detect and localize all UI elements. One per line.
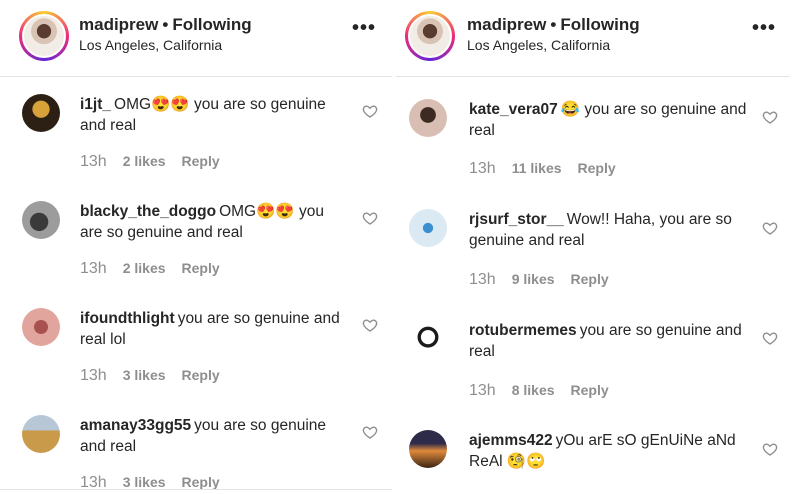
comment-likes[interactable]: 8 likes (512, 382, 555, 398)
comment-text: ifoundthlight you are so genuine and real… (80, 308, 350, 350)
comment-time: 13h (469, 271, 496, 288)
comment-meta: 13h 11 likes Reply (469, 160, 616, 178)
comment-meta: 13h 2 likes Reply (80, 153, 220, 171)
comment-time: 13h (469, 160, 496, 177)
comment-avatar[interactable] (22, 201, 60, 239)
like-heart-icon[interactable] (762, 330, 778, 346)
comment-avatar[interactable] (409, 320, 447, 358)
comment-meta: 13h 8 likes Reply (469, 382, 609, 400)
post-header: madiprew • Following Los Angeles, Californ… (396, 0, 800, 76)
like-heart-icon[interactable] (762, 220, 778, 236)
header-username[interactable]: madiprew (467, 15, 546, 34)
comment-avatar[interactable] (22, 415, 60, 453)
comment-text: rjsurf_stor__ Wow!! Haha, you are so genu… (469, 209, 754, 251)
comment-time: 13h (80, 260, 107, 277)
comment-username[interactable]: blacky_the_doggo (80, 203, 216, 220)
reply-button[interactable]: Reply (571, 271, 609, 287)
comment-likes[interactable]: 3 likes (123, 474, 166, 490)
comment-body: OMG😍😍 you are so genuine and real (80, 96, 326, 134)
comment-text: amanay33gg55 you are so genuine and real (80, 415, 350, 457)
reply-button[interactable]: Reply (182, 474, 220, 490)
comment-avatar[interactable] (409, 430, 447, 468)
comment-username[interactable]: ifoundthlight (80, 310, 175, 327)
header-location[interactable]: Los Angeles, California (79, 37, 222, 53)
like-heart-icon[interactable] (762, 109, 778, 125)
header-title: madiprew • Following (79, 15, 252, 35)
like-heart-icon[interactable] (362, 424, 378, 440)
comment-likes[interactable]: 3 likes (123, 367, 166, 383)
comment-time: 13h (469, 382, 496, 399)
more-options-icon[interactable]: ••• (752, 18, 776, 38)
header-separator: • (162, 15, 169, 34)
like-heart-icon[interactable] (362, 103, 378, 119)
comment-username[interactable]: ajemms422 (469, 432, 553, 449)
header-separator: • (550, 15, 557, 34)
comment-likes[interactable]: 2 likes (123, 153, 166, 169)
reply-button[interactable]: Reply (182, 367, 220, 383)
following-button[interactable]: Following (560, 15, 639, 34)
comment-text: i1jt_ OMG😍😍 you are so genuine and real (80, 94, 350, 136)
header-divider (396, 76, 790, 77)
following-button[interactable]: Following (172, 15, 251, 34)
comment-meta: 13h 9 likes Reply (469, 271, 609, 289)
panel-bottom-divider (0, 489, 392, 490)
comments-panel-right: madiprew • Following Los Angeles, Californ… (396, 0, 800, 494)
reply-button[interactable]: Reply (578, 160, 616, 176)
comment-username[interactable]: rjsurf_stor__ (469, 211, 564, 228)
comment-time: 13h (80, 153, 107, 170)
more-options-icon[interactable]: ••• (352, 18, 376, 38)
reply-button[interactable]: Reply (571, 382, 609, 398)
header-title: madiprew • Following (467, 15, 640, 35)
header-location[interactable]: Los Angeles, California (467, 37, 610, 53)
comment-text: rotubermemes you are so genuine and real (469, 320, 754, 362)
comment-avatar[interactable] (22, 308, 60, 346)
comments-panel-left: madiprew • Following Los Angeles, Californ… (0, 0, 392, 494)
comment-avatar[interactable] (409, 99, 447, 137)
like-heart-icon[interactable] (362, 317, 378, 333)
header-username[interactable]: madiprew (79, 15, 158, 34)
reply-button[interactable]: Reply (182, 260, 220, 276)
comment-text: ajemms422 yOu arE sO gEnUiNe aNd ReAl 🧐🙄 (469, 430, 754, 472)
profile-avatar[interactable] (19, 11, 69, 61)
header-divider (0, 76, 392, 77)
comment-username[interactable]: rotubermemes (469, 322, 577, 339)
comment-avatar[interactable] (22, 94, 60, 132)
like-heart-icon[interactable] (362, 210, 378, 226)
comment-likes[interactable]: 2 likes (123, 260, 166, 276)
comment-avatar[interactable] (409, 209, 447, 247)
profile-avatar[interactable] (405, 11, 455, 61)
comment-time: 13h (80, 367, 107, 384)
comment-text: kate_vera07 😂 you are so genuine and real (469, 99, 754, 141)
comment-username[interactable]: amanay33gg55 (80, 417, 191, 434)
comment-meta: 13h 3 likes Reply (80, 367, 220, 385)
comment-text: blacky_the_doggo OMG😍😍 you are so genuine… (80, 201, 350, 243)
post-header: madiprew • Following Los Angeles, Californ… (0, 0, 392, 76)
comment-likes[interactable]: 11 likes (512, 160, 562, 176)
comment-meta: 13h 2 likes Reply (80, 260, 220, 278)
comment-username[interactable]: kate_vera07 (469, 101, 558, 118)
reply-button[interactable]: Reply (182, 153, 220, 169)
comment-username[interactable]: i1jt_ (80, 96, 111, 113)
comment-likes[interactable]: 9 likes (512, 271, 555, 287)
like-heart-icon[interactable] (762, 441, 778, 457)
